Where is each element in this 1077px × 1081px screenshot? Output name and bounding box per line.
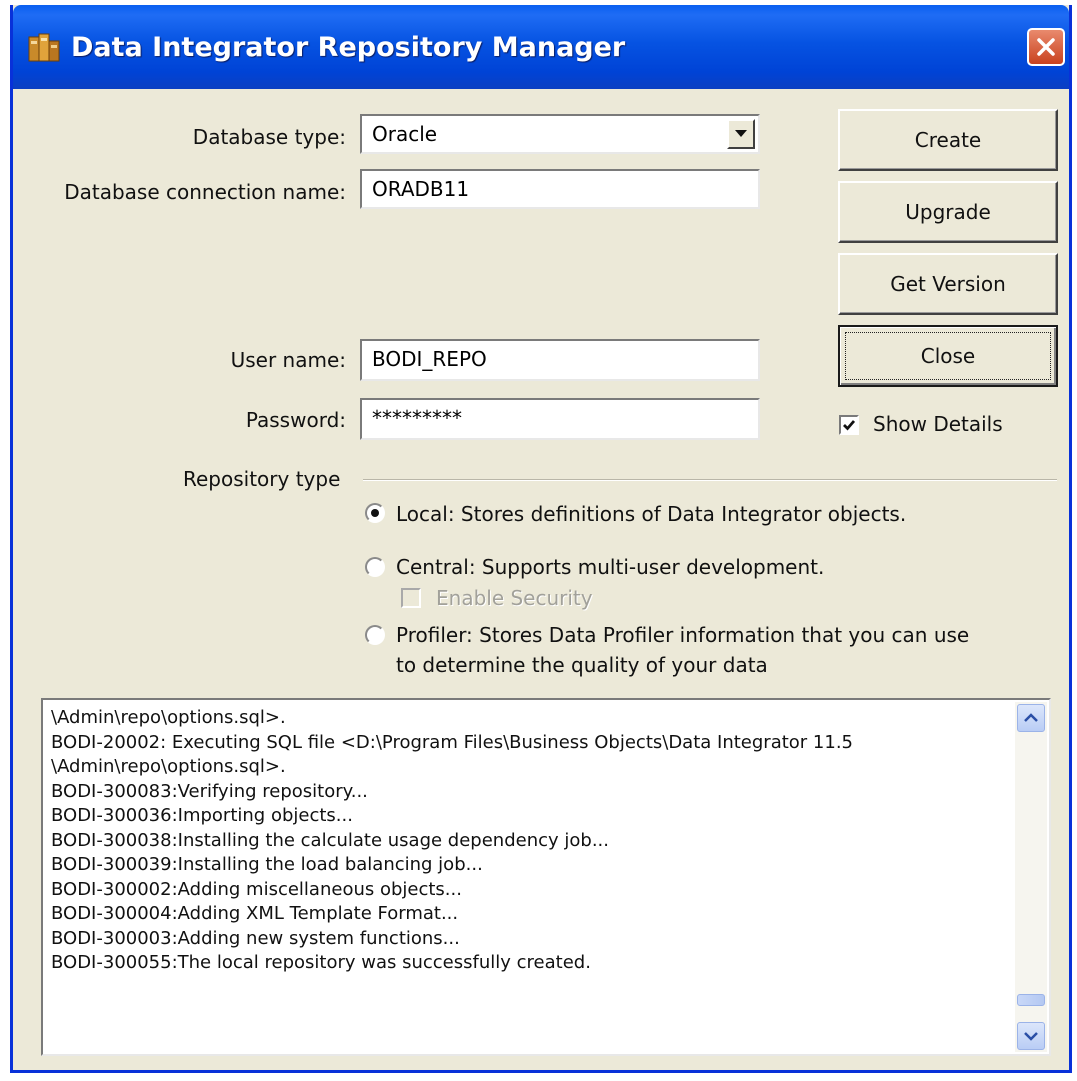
close-button-label: Close xyxy=(920,344,976,368)
log-line: BODI-300083:Verifying repository... xyxy=(51,780,368,802)
log-line: BODI-300003:Adding new system functions.… xyxy=(51,927,460,949)
profiler-radio[interactable] xyxy=(365,625,385,645)
password-label: Password: xyxy=(245,408,346,432)
scroll-thumb[interactable] xyxy=(1017,994,1045,1007)
log-line: BODI-300002:Adding miscellaneous objects… xyxy=(51,878,462,900)
data-integrator-app-icon xyxy=(28,33,60,62)
repository-manager-window: Data Integrator Repository Manager Datab… xyxy=(10,5,1072,1073)
log-line: \Admin\repo\options.sql>. xyxy=(51,756,286,777)
local-option-label[interactable]: Local: Stores definitions of Data Integr… xyxy=(396,502,906,526)
chevron-down-icon[interactable] xyxy=(727,119,755,149)
checkmark-icon xyxy=(843,420,856,431)
log-line: BODI-300039:Installing the load balancin… xyxy=(51,854,483,875)
user-name-label: User name: xyxy=(230,348,346,372)
log-line: BODI-300004:Adding XML Template Format..… xyxy=(51,903,459,924)
close-button[interactable]: Close xyxy=(838,325,1058,387)
window-title: Data Integrator Repository Manager xyxy=(71,32,626,63)
group-divider xyxy=(363,479,1057,481)
log-lines: \Admin\repo\options.sql>. BODI-20002: Exe… xyxy=(51,706,1009,1048)
scroll-up-button[interactable] xyxy=(1017,704,1045,732)
log-output[interactable]: \Admin\repo\options.sql>. BODI-20002: Exe… xyxy=(41,698,1051,1056)
connection-name-label: Database connection name: xyxy=(64,180,346,204)
central-radio[interactable] xyxy=(365,557,385,577)
database-type-label: Database type: xyxy=(192,125,346,149)
repository-type-label: Repository type xyxy=(183,467,341,491)
connection-name-input[interactable]: ORADB11 xyxy=(360,169,760,209)
upgrade-button[interactable]: Upgrade xyxy=(838,181,1058,243)
chevron-down-icon xyxy=(1024,1032,1038,1041)
log-line: BODI-300055:The local repository was suc… xyxy=(51,952,591,973)
log-line: \Admin\repo\options.sql>. xyxy=(51,707,286,728)
profiler-option-label-line2[interactable]: to determine the quality of your data xyxy=(396,653,768,677)
database-type-select[interactable]: Oracle xyxy=(360,114,760,154)
log-line: BODI-20002: Executing SQL file <D:\Progr… xyxy=(51,731,853,753)
show-details-checkbox[interactable] xyxy=(839,415,859,435)
log-line: BODI-300038:Installing the calculate usa… xyxy=(51,829,609,851)
log-line: BODI-300036:Importing objects... xyxy=(51,805,353,826)
scroll-down-button[interactable] xyxy=(1017,1022,1045,1050)
chevron-up-icon xyxy=(1024,713,1038,722)
show-details-label[interactable]: Show Details xyxy=(873,412,1003,436)
password-input[interactable]: ********* xyxy=(360,398,760,440)
central-option-label[interactable]: Central: Supports multi-user development… xyxy=(396,555,824,579)
get-version-button[interactable]: Get Version xyxy=(838,253,1058,315)
user-name-input[interactable]: BODI_REPO xyxy=(360,339,760,381)
title-bar[interactable]: Data Integrator Repository Manager xyxy=(13,5,1069,89)
database-type-value: Oracle xyxy=(372,122,438,146)
profiler-option-label-line1[interactable]: Profiler: Stores Data Profiler informati… xyxy=(396,623,969,647)
vertical-scrollbar[interactable] xyxy=(1015,702,1047,1052)
create-button[interactable]: Create xyxy=(838,109,1058,171)
enable-security-label: Enable Security xyxy=(436,586,593,610)
local-radio[interactable] xyxy=(365,503,385,523)
close-icon[interactable] xyxy=(1027,28,1065,66)
enable-security-checkbox xyxy=(401,588,421,608)
